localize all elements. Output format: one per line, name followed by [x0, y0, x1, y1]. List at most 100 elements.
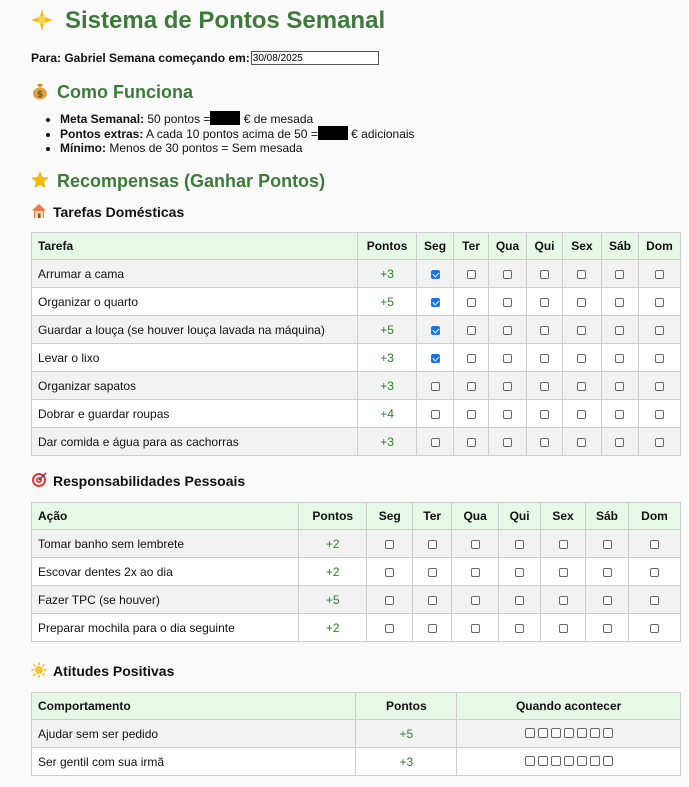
day-checkbox[interactable] — [427, 623, 437, 633]
day-checkbox[interactable] — [430, 269, 440, 279]
day-cell — [498, 557, 542, 586]
day-checkbox[interactable] — [577, 353, 587, 363]
day-checkbox[interactable] — [649, 623, 659, 633]
day-checkbox[interactable] — [558, 623, 568, 633]
day-checkbox[interactable] — [470, 623, 480, 633]
day-checkbox[interactable] — [577, 409, 587, 419]
day-checkbox[interactable] — [615, 437, 625, 447]
day-checkbox[interactable] — [503, 437, 512, 447]
occurrence-checkbox[interactable] — [602, 727, 613, 738]
occurrence-checkbox[interactable] — [524, 727, 535, 738]
day-checkbox[interactable] — [427, 595, 437, 605]
occurrence-checkbox[interactable] — [576, 755, 587, 766]
rule-text: 50 pontos = — [147, 112, 211, 126]
occurrence-checkbox[interactable] — [550, 727, 561, 738]
day-checkbox[interactable] — [654, 437, 664, 447]
week-start-date-input[interactable] — [250, 51, 379, 65]
day-checkbox[interactable] — [558, 539, 568, 549]
day-checkbox[interactable] — [385, 595, 395, 605]
day-checkbox[interactable] — [654, 353, 664, 363]
day-checkbox[interactable] — [430, 409, 440, 419]
day-checkbox[interactable] — [503, 381, 512, 391]
day-checkbox[interactable] — [539, 325, 549, 335]
day-checkbox[interactable] — [503, 325, 512, 335]
day-checkbox[interactable] — [539, 381, 549, 391]
day-checkbox[interactable] — [503, 353, 512, 363]
day-checkbox[interactable] — [539, 269, 549, 279]
occurrence-checkbox[interactable] — [563, 727, 574, 738]
day-checkbox[interactable] — [539, 409, 549, 419]
day-checkbox[interactable] — [503, 269, 512, 279]
day-checkbox[interactable] — [503, 409, 512, 419]
day-checkbox[interactable] — [654, 297, 664, 307]
day-checkbox[interactable] — [430, 297, 440, 307]
day-checkbox[interactable] — [470, 595, 480, 605]
col-header-day: Qua — [451, 502, 500, 530]
day-checkbox[interactable] — [558, 567, 568, 577]
day-checkbox[interactable] — [466, 297, 476, 307]
day-checkbox[interactable] — [602, 567, 612, 577]
day-checkbox[interactable] — [427, 567, 437, 577]
day-checkbox[interactable] — [649, 595, 659, 605]
day-checkbox[interactable] — [602, 623, 612, 633]
day-checkbox[interactable] — [615, 409, 625, 419]
occurrence-checkbox[interactable] — [576, 727, 587, 738]
day-checkbox[interactable] — [470, 567, 480, 577]
day-checkbox[interactable] — [385, 539, 395, 549]
occurrence-checkbox[interactable] — [537, 755, 548, 766]
day-checkbox[interactable] — [503, 297, 512, 307]
day-checkbox[interactable] — [515, 567, 525, 577]
day-checkbox[interactable] — [385, 623, 395, 633]
day-checkbox[interactable] — [466, 353, 476, 363]
day-checkbox[interactable] — [515, 595, 525, 605]
day-checkbox[interactable] — [466, 409, 476, 419]
day-checkbox[interactable] — [385, 567, 395, 577]
day-checkbox[interactable] — [466, 325, 476, 335]
occurrence-checkbox[interactable] — [563, 755, 574, 766]
occurrence-checkbox[interactable] — [589, 755, 600, 766]
day-checkbox[interactable] — [466, 269, 476, 279]
day-checkbox[interactable] — [615, 381, 625, 391]
day-checkbox[interactable] — [577, 269, 587, 279]
day-checkbox[interactable] — [602, 595, 612, 605]
day-checkbox[interactable] — [466, 437, 476, 447]
occurrence-checkbox[interactable] — [602, 755, 613, 766]
day-checkbox[interactable] — [654, 325, 664, 335]
day-checkbox[interactable] — [649, 567, 659, 577]
day-checkbox[interactable] — [577, 297, 587, 307]
day-checkbox[interactable] — [577, 437, 587, 447]
day-checkbox[interactable] — [515, 539, 525, 549]
day-checkbox[interactable] — [654, 381, 664, 391]
occurrence-checkbox[interactable] — [524, 755, 535, 766]
occurrence-checkbox[interactable] — [589, 727, 600, 738]
day-checkbox[interactable] — [615, 297, 625, 307]
occurrence-checkbox[interactable] — [550, 755, 561, 766]
day-checkbox[interactable] — [654, 409, 664, 419]
day-checkbox[interactable] — [470, 539, 480, 549]
day-checkbox[interactable] — [615, 353, 625, 363]
occurrence-checkbox[interactable] — [537, 727, 548, 738]
day-checkbox[interactable] — [466, 381, 476, 391]
points-value: +2 — [298, 529, 368, 558]
occurrence-boxes — [524, 727, 613, 738]
day-checkbox[interactable] — [654, 269, 664, 279]
day-cell — [453, 371, 490, 400]
day-checkbox[interactable] — [515, 623, 525, 633]
day-checkbox[interactable] — [427, 539, 437, 549]
day-checkbox[interactable] — [430, 353, 440, 363]
day-checkbox[interactable] — [577, 381, 587, 391]
day-checkbox[interactable] — [430, 381, 440, 391]
day-checkbox[interactable] — [602, 539, 612, 549]
day-checkbox[interactable] — [577, 325, 587, 335]
day-checkbox[interactable] — [430, 437, 440, 447]
day-checkbox[interactable] — [615, 269, 625, 279]
day-checkbox[interactable] — [615, 325, 625, 335]
day-checkbox[interactable] — [539, 437, 549, 447]
day-checkbox[interactable] — [558, 595, 568, 605]
day-checkbox[interactable] — [430, 325, 440, 335]
col-header-day: Dom — [627, 502, 682, 530]
table-row: Levar o lixo +3 — [30, 343, 682, 372]
day-checkbox[interactable] — [539, 353, 549, 363]
day-checkbox[interactable] — [649, 539, 659, 549]
day-checkbox[interactable] — [539, 297, 549, 307]
